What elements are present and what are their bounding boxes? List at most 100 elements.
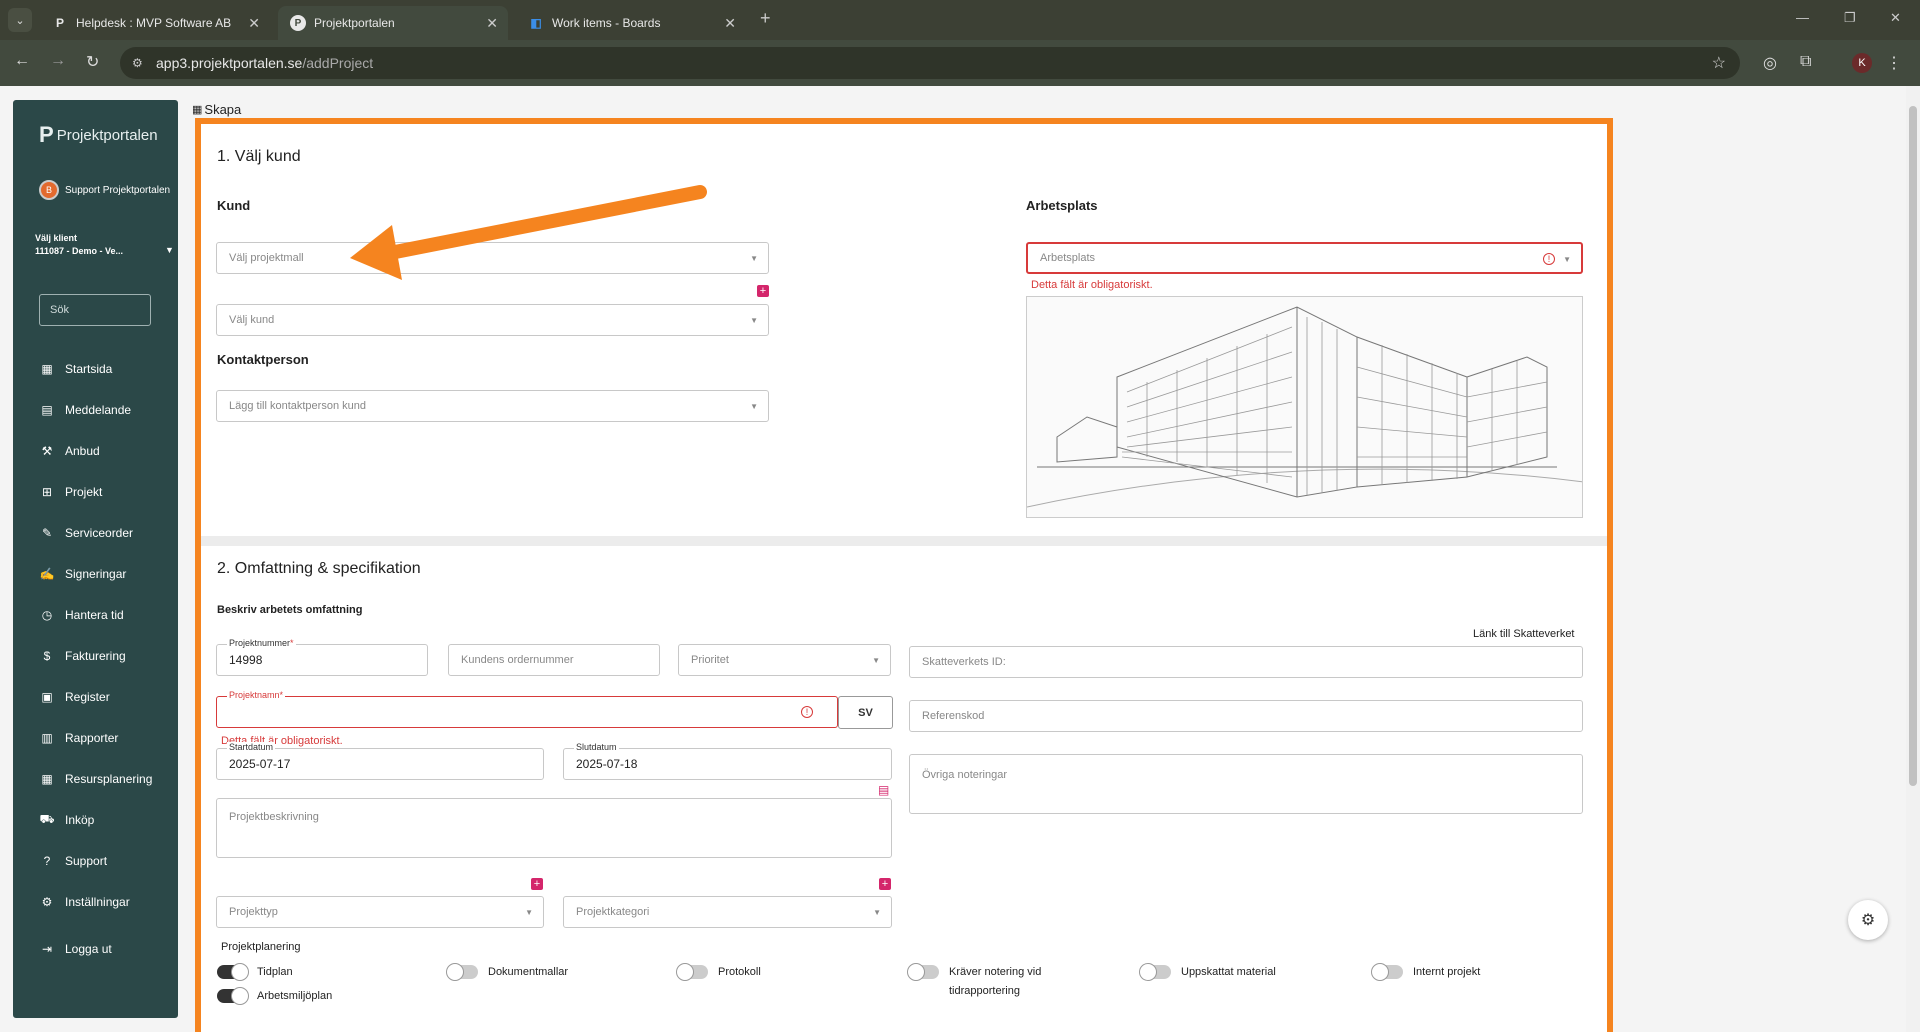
toggle-switch[interactable] (217, 963, 249, 981)
add-projektkategori-button[interactable]: + (879, 878, 891, 890)
browser-tab-work-items[interactable]: ◧ Work items - Boards ✕ (516, 6, 746, 40)
caret-down-icon: ▼ (525, 908, 533, 917)
sidebar-item-serviceorder[interactable]: ✎ Serviceorder (39, 512, 152, 553)
toggle-internt-projekt[interactable]: Internt projekt (1371, 963, 1480, 981)
sidebar-item-rapporter[interactable]: ▥ Rapporter (39, 717, 152, 758)
tab-label: Projektportalen (314, 16, 395, 30)
breadcrumb: ▦ Skapa (192, 102, 241, 117)
tab-search-chevron-icon[interactable]: ⌄ (8, 8, 32, 32)
annotation-arrow-icon (350, 185, 707, 280)
referenskod-input[interactable]: Referenskod (909, 700, 1583, 732)
add-note-icon[interactable]: ▤ (878, 783, 889, 797)
logout-button[interactable]: ⇥ Logga ut (39, 942, 112, 956)
new-tab-icon[interactable]: + (760, 8, 771, 29)
page-scrollbar[interactable] (1906, 86, 1920, 1032)
projektnamn-input[interactable]: Projektnamn* ! (216, 690, 838, 728)
sidebar-item-fakturering[interactable]: $ Fakturering (39, 635, 152, 676)
sidebar-item-installningar[interactable]: ⚙ Inställningar (39, 881, 152, 922)
browser-tab-helpdesk[interactable]: P Helpdesk : MVP Software AB ✕ (40, 6, 270, 40)
add-customer-button[interactable]: + (757, 285, 769, 297)
toggle-switch[interactable] (446, 963, 478, 981)
bookmark-star-icon[interactable]: ☆ (1712, 53, 1726, 73)
calendar-icon: ▦ (41, 771, 53, 786)
slutdatum-input[interactable]: Slutdatum 2025-07-18 (563, 742, 892, 780)
signature-icon: ✍ (39, 566, 55, 581)
extension-icon[interactable]: ◎ (1763, 53, 1777, 73)
close-tab-icon[interactable]: ✕ (724, 15, 736, 32)
toggle-switch[interactable] (1371, 963, 1403, 981)
toggle-label: Tidplan (257, 966, 293, 978)
minimize-icon[interactable]: — (1796, 10, 1809, 25)
ovriga-noteringar-textarea[interactable]: Övriga noteringar (909, 754, 1583, 814)
sidebar-item-hantera-tid[interactable]: ◷ Hantera tid (39, 594, 152, 635)
toggle-protokoll[interactable]: Protokoll (676, 963, 761, 981)
kontaktperson-select[interactable]: Lägg till kontaktperson kund ▼ (216, 390, 769, 422)
slutdatum-label: Slutdatum (574, 742, 619, 752)
toggle-arbetsmiljoplan[interactable]: Arbetsmiljöplan (217, 987, 332, 1005)
projektkategori-select[interactable]: Projektkategori ▼ (563, 896, 892, 928)
user-profile[interactable]: B Support Projektportalen (39, 180, 170, 200)
toggle-switch[interactable] (676, 963, 708, 981)
toggle-switch[interactable] (1139, 963, 1171, 981)
sidebar-item-resursplanering[interactable]: ▦ Resursplanering (39, 758, 152, 799)
section-omfattning: 2. Omfattning & specifikation Beskriv ar… (201, 546, 1607, 1032)
projektnummer-input[interactable]: Projektnummer* 14998 (216, 638, 428, 676)
toggle-tidplan[interactable]: Tidplan (217, 963, 293, 981)
error-icon: ! (1543, 253, 1555, 265)
kund-select[interactable]: Välj kund ▼ (216, 304, 769, 336)
sidebar-item-projekt[interactable]: ⊞ Projekt (39, 471, 152, 512)
back-icon[interactable]: ← (14, 52, 30, 70)
forward-icon[interactable]: → (50, 52, 66, 70)
sidebar-item-register[interactable]: ▣ Register (39, 676, 152, 717)
url-field[interactable]: ⚙ app3.projektportalen.se/addProject ☆ (120, 47, 1740, 79)
profile-avatar[interactable]: K (1852, 53, 1872, 73)
sidebar-item-anbud[interactable]: ⚒ Anbud (39, 430, 152, 471)
projektbeskrivning-textarea[interactable]: Projektbeskrivning (216, 798, 892, 858)
close-tab-icon[interactable]: ✕ (486, 15, 498, 32)
skatteverket-id-input[interactable]: Skatteverkets ID: (909, 646, 1583, 678)
settings-fab-button[interactable]: ⚙ (1848, 900, 1888, 940)
sidebar-item-label: Resursplanering (65, 771, 153, 786)
sidebar-item-label: Projekt (65, 484, 103, 499)
toggle-switch[interactable] (217, 987, 249, 1005)
dashboard-icon: ▦ (41, 361, 53, 376)
close-tab-icon[interactable]: ✕ (248, 15, 260, 32)
puzzle-extensions-icon[interactable]: ⧉ (1800, 53, 1811, 71)
language-button[interactable]: SV (838, 696, 893, 729)
toggle-kraver-notering[interactable]: Kräver notering vid tidrapportering (907, 963, 1067, 1001)
client-selector[interactable]: Välj klient 111087 - Demo - Ve... ▼ (35, 232, 174, 258)
startdatum-input[interactable]: Startdatum 2025-07-17 (216, 742, 544, 780)
sidebar-item-meddelande[interactable]: ▤ Meddelande (39, 389, 152, 430)
toggle-uppskattat-material[interactable]: Uppskattat material (1139, 963, 1276, 981)
sidebar-item-startsida[interactable]: ▦ Startsida (39, 348, 152, 389)
omfattning-subtitle: Beskriv arbetets omfattning (217, 604, 363, 616)
toggle-dokumentmallar[interactable]: Dokumentmallar (446, 963, 568, 981)
toggle-switch[interactable] (907, 963, 939, 981)
scrollbar-thumb[interactable] (1909, 106, 1917, 786)
caret-down-icon: ▼ (750, 254, 758, 263)
kund-placeholder: Välj kund (229, 314, 275, 326)
browser-menu-icon[interactable]: ⋮ (1886, 53, 1902, 73)
sidebar-item-inkop[interactable]: ⛟ Inköp (39, 799, 152, 840)
app-logo[interactable]: P Projektportalen (39, 122, 158, 148)
site-settings-icon[interactable]: ⚙ (132, 56, 143, 70)
browser-address-bar: ← → ↻ ⚙ app3.projektportalen.se/addProje… (0, 40, 1920, 86)
arbetsplats-select[interactable]: Arbetsplats ! ▼ (1026, 242, 1583, 274)
prioritet-select[interactable]: Prioritet ▼ (678, 644, 891, 676)
projekttyp-select[interactable]: Projekttyp ▼ (216, 896, 544, 928)
browser-tab-projektportalen[interactable]: P Projektportalen ✕ (278, 6, 508, 40)
help-icon: ? (43, 853, 51, 868)
sidebar-item-signeringar[interactable]: ✍ Signeringar (39, 553, 152, 594)
close-window-icon[interactable]: ✕ (1890, 10, 1901, 26)
kundens-ordernummer-input[interactable]: Kundens ordernummer (448, 644, 660, 676)
skatteverket-link[interactable]: Länk till Skatteverket (1473, 628, 1575, 640)
sidebar-item-support[interactable]: ? Support (39, 840, 152, 881)
sidebar-search-input[interactable]: Sök (39, 294, 151, 326)
grid-icon: ▦ (192, 104, 203, 116)
gear-icon: ⚙ (1860, 912, 1876, 929)
add-projekttyp-button[interactable]: + (531, 878, 543, 890)
reload-icon[interactable]: ↻ (86, 52, 99, 72)
restore-icon[interactable]: ❐ (1844, 10, 1856, 26)
building-sketch-image (1026, 296, 1583, 518)
sidebar-item-label: Serviceorder (65, 525, 134, 540)
